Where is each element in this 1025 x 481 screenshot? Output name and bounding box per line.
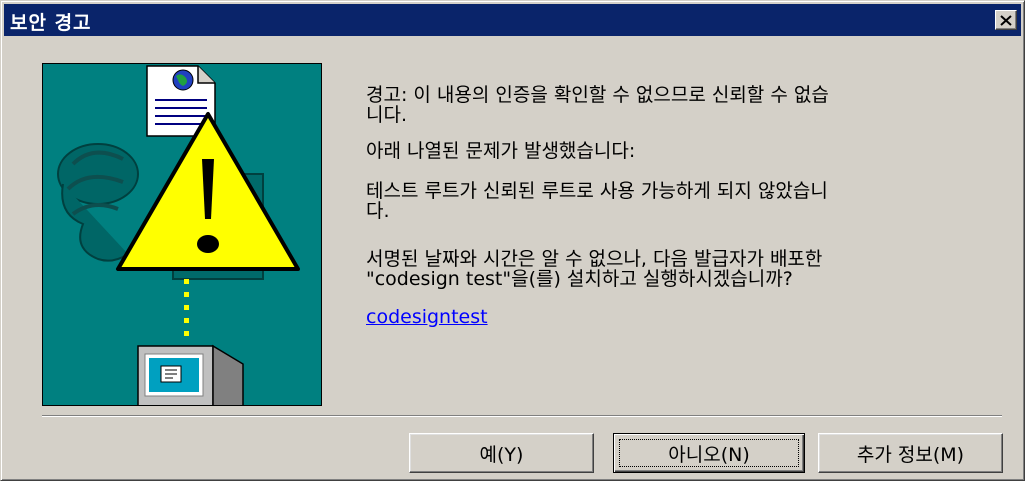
computer-icon <box>137 344 244 405</box>
no-button-label: 아니오(N) <box>668 443 750 466</box>
warning-triangle-icon <box>116 112 300 271</box>
install-question: 서명된 날짜와 시간은 알 수 없으나, 다음 발급자가 배포한 "codesi… <box>366 248 823 290</box>
root-problem-message: 테스트 루트가 신뢰된 루트로 사용 가능하게 되지 않았습니 다. <box>366 180 828 222</box>
publisher-link[interactable]: codesigntest <box>366 307 488 327</box>
close-button[interactable] <box>995 10 1017 30</box>
more-info-button-label: 추가 정보(M) <box>856 443 965 466</box>
close-icon <box>1000 14 1012 26</box>
title-bar[interactable]: 보안 경고 <box>4 4 1021 36</box>
yes-button[interactable]: 예(Y) <box>409 433 594 473</box>
more-info-button[interactable]: 추가 정보(M) <box>818 433 1003 473</box>
problem-header: 아래 나열된 문제가 발생했습니다: <box>366 140 636 162</box>
warning-message: 경고: 이 내용의 인증을 확인할 수 없으므로 신뢰할 수 없습 니다. <box>366 84 829 126</box>
separator <box>42 415 1002 417</box>
warning-illustration <box>42 63 322 406</box>
security-warning-dialog: 보안 경고 경고: 이 내용의 인증을 확인할 수 없으므로 신뢰할 수 없습 … <box>0 0 1025 481</box>
no-button[interactable]: 아니오(N) <box>613 433 805 473</box>
yes-button-label: 예(Y) <box>479 443 524 466</box>
window-title: 보안 경고 <box>10 12 92 34</box>
